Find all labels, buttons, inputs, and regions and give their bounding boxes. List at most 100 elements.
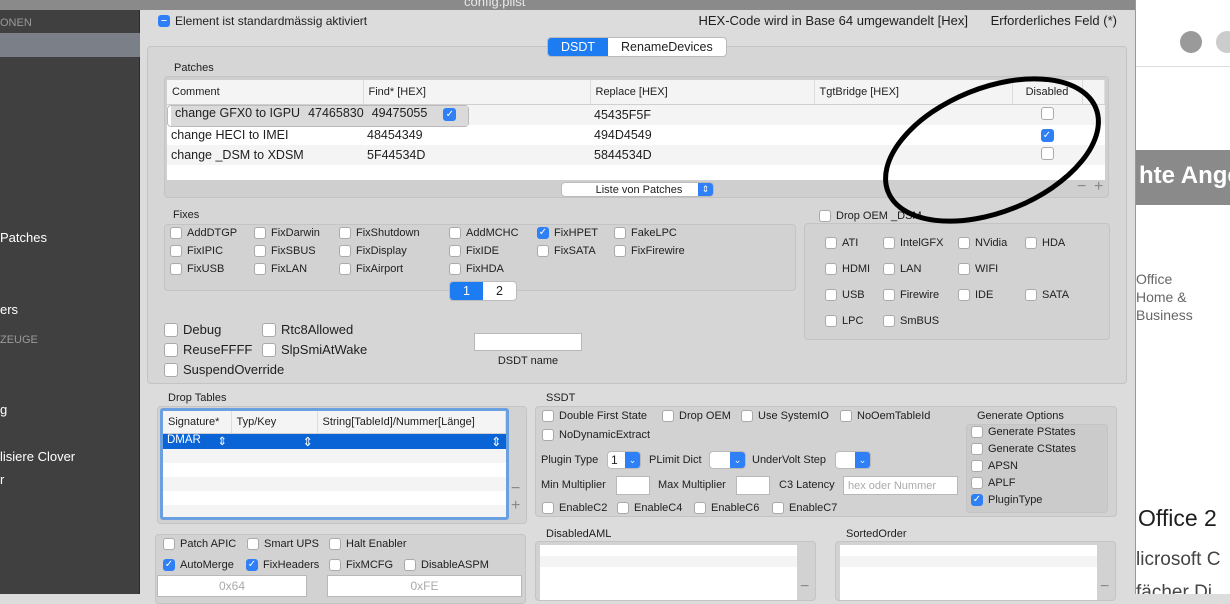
- table-row[interactable]: change _DSM to XDSM 5F44534D 5844534D: [167, 144, 1105, 165]
- patch-list-popup[interactable]: Liste von Patches ⇕: [561, 182, 714, 197]
- lpc-checkbox[interactable]: LPC: [825, 315, 863, 327]
- table-row[interactable]: DMAR ⇕ ⇕ ⇕: [163, 433, 506, 449]
- checkbox-box[interactable]: ✓: [971, 494, 983, 506]
- smart-ups-checkbox[interactable]: Smart UPS: [247, 538, 319, 550]
- ati-checkbox[interactable]: ATI: [825, 237, 858, 249]
- find-cell[interactable]: 48454349: [363, 125, 590, 145]
- checkbox-box[interactable]: [329, 559, 341, 571]
- checkbox-box[interactable]: ✓: [163, 559, 175, 571]
- plugin-type-select[interactable]: 1 ⌄: [607, 451, 641, 469]
- checkbox-box[interactable]: [840, 410, 852, 422]
- drop-oem-dsm-checkbox[interactable]: Drop OEM _DSM: [819, 210, 922, 222]
- adddtgp-checkbox[interactable]: AddDTGP: [170, 227, 237, 239]
- enablec2-checkbox[interactable]: EnableC2: [542, 502, 607, 514]
- tgt-cell[interactable]: [431, 105, 440, 126]
- use-systemio-checkbox[interactable]: Use SystemIO: [741, 410, 829, 422]
- remove-icon[interactable]: −: [511, 480, 520, 498]
- checkbox-box[interactable]: [958, 263, 970, 275]
- disabled-checkbox[interactable]: [1040, 106, 1054, 120]
- column-header-type-key[interactable]: Typ/Key: [231, 411, 318, 434]
- checkbox-box[interactable]: [958, 289, 970, 301]
- checkbox-box[interactable]: [404, 559, 416, 571]
- automerge-checkbox[interactable]: ✓ AutoMerge: [163, 559, 234, 571]
- column-header-signature[interactable]: Signature*: [163, 411, 232, 434]
- fakelpc-checkbox[interactable]: FakeLPC: [614, 227, 677, 239]
- sidebar-item-patches[interactable]: Patches: [0, 230, 47, 245]
- checkbox-box[interactable]: [449, 263, 461, 275]
- undervolt-select[interactable]: ⌄: [835, 451, 871, 469]
- c3-latency-input[interactable]: hex oder Nummer: [843, 476, 958, 495]
- checkbox-box[interactable]: [339, 263, 351, 275]
- wifi-checkbox[interactable]: WIFI: [958, 263, 998, 275]
- fixairport-checkbox[interactable]: FixAirport: [339, 263, 403, 275]
- column-header-replace[interactable]: Replace [HEX]: [590, 80, 815, 105]
- replace-cell[interactable]: 494D4549: [590, 125, 814, 145]
- column-header-find[interactable]: Find* [HEX]: [363, 80, 591, 105]
- find-cell[interactable]: 47465830: [304, 105, 368, 126]
- tab-dsdt[interactable]: DSDT: [548, 38, 609, 56]
- reuseffff-checkbox[interactable]: ReuseFFFF: [164, 342, 252, 357]
- sata-checkbox[interactable]: SATA: [1025, 289, 1069, 301]
- checkbox-box[interactable]: [971, 443, 983, 455]
- firewire-checkbox[interactable]: Firewire: [883, 289, 939, 301]
- apsn-checkbox[interactable]: APSN: [971, 460, 1018, 472]
- hdmi-checkbox[interactable]: HDMI: [825, 263, 870, 275]
- checkbox-box[interactable]: [958, 237, 970, 249]
- fixsata-checkbox[interactable]: FixSATA: [537, 245, 596, 257]
- disableaspm-checkbox[interactable]: DisableASPM: [404, 559, 489, 571]
- intelgfx-checkbox[interactable]: IntelGFX: [883, 237, 943, 249]
- usb-checkbox[interactable]: USB: [825, 289, 865, 301]
- checkbox-box[interactable]: [170, 245, 182, 257]
- disabled-checkbox[interactable]: [1040, 146, 1054, 160]
- table-row[interactable]: change GFX0 to IGPU 47465830 49475055 ✓: [167, 104, 470, 127]
- checkbox-box[interactable]: [449, 245, 461, 257]
- checkbox-box[interactable]: [617, 502, 629, 514]
- checkbox-box[interactable]: [163, 538, 175, 550]
- checkbox-box[interactable]: [262, 322, 276, 337]
- plimit-select[interactable]: ⌄: [709, 451, 746, 469]
- checkbox-box[interactable]: [614, 245, 626, 257]
- generate-pstates-checkbox[interactable]: Generate PStates: [971, 426, 1075, 438]
- fixdisplay-checkbox[interactable]: FixDisplay: [339, 245, 407, 257]
- sidebar-selected-row[interactable]: [0, 33, 140, 57]
- checkbox-box[interactable]: [247, 538, 259, 550]
- debug-checkbox[interactable]: Debug: [164, 322, 221, 337]
- smbus-checkbox[interactable]: SmBUS: [883, 315, 939, 327]
- signature-cell[interactable]: DMAR ⇕: [163, 433, 231, 449]
- checkbox-box[interactable]: [825, 237, 837, 249]
- replace-cell[interactable]: 45435F5F: [590, 104, 814, 125]
- remove-icon[interactable]: −: [1077, 178, 1086, 196]
- checkbox-box[interactable]: ✓: [537, 227, 549, 239]
- checkbox-box[interactable]: [883, 289, 895, 301]
- checkbox-box[interactable]: [339, 227, 351, 239]
- nvidia-checkbox[interactable]: NVidia: [958, 237, 1007, 249]
- type-cell[interactable]: ⇕: [231, 433, 317, 449]
- checkbox-box[interactable]: [254, 263, 266, 275]
- checkbox-box[interactable]: [1025, 237, 1037, 249]
- double-first-state-checkbox[interactable]: Double First State: [542, 410, 647, 422]
- checkbox-box[interactable]: [339, 245, 351, 257]
- remove-icon[interactable]: −: [800, 578, 809, 596]
- fixipic-checkbox[interactable]: FixIPIC: [170, 245, 223, 257]
- tgt-cell[interactable]: [814, 104, 1012, 125]
- slpsmiatwake-checkbox[interactable]: SlpSmiAtWake: [262, 342, 367, 357]
- checkbox-box[interactable]: [542, 429, 554, 441]
- fixhpet-checkbox[interactable]: ✓ FixHPET: [537, 227, 598, 239]
- comment-cell[interactable]: change HECI to IMEI: [167, 125, 363, 145]
- drop-oem-checkbox[interactable]: Drop OEM: [662, 410, 731, 422]
- checkbox-box[interactable]: [542, 410, 554, 422]
- checkbox-box[interactable]: [825, 315, 837, 327]
- comment-cell[interactable]: change GFX0 to IGPU: [171, 105, 305, 126]
- generate-cstates-checkbox[interactable]: Generate CStates: [971, 443, 1076, 455]
- replace-cell[interactable]: 49475055: [367, 105, 432, 126]
- patch-apic-checkbox[interactable]: Patch APIC: [163, 538, 236, 550]
- checkbox-box[interactable]: [825, 289, 837, 301]
- checkbox-box[interactable]: [170, 263, 182, 275]
- tgt-cell[interactable]: [814, 144, 1012, 165]
- checkbox-box[interactable]: [662, 410, 674, 422]
- suspendoverride-checkbox[interactable]: SuspendOverride: [164, 362, 284, 377]
- checkbox-box[interactable]: [254, 245, 266, 257]
- fixshutdown-checkbox[interactable]: FixShutdown: [339, 227, 420, 239]
- remove-icon[interactable]: −: [1100, 578, 1109, 596]
- sidebar-item[interactable]: ers: [0, 302, 18, 317]
